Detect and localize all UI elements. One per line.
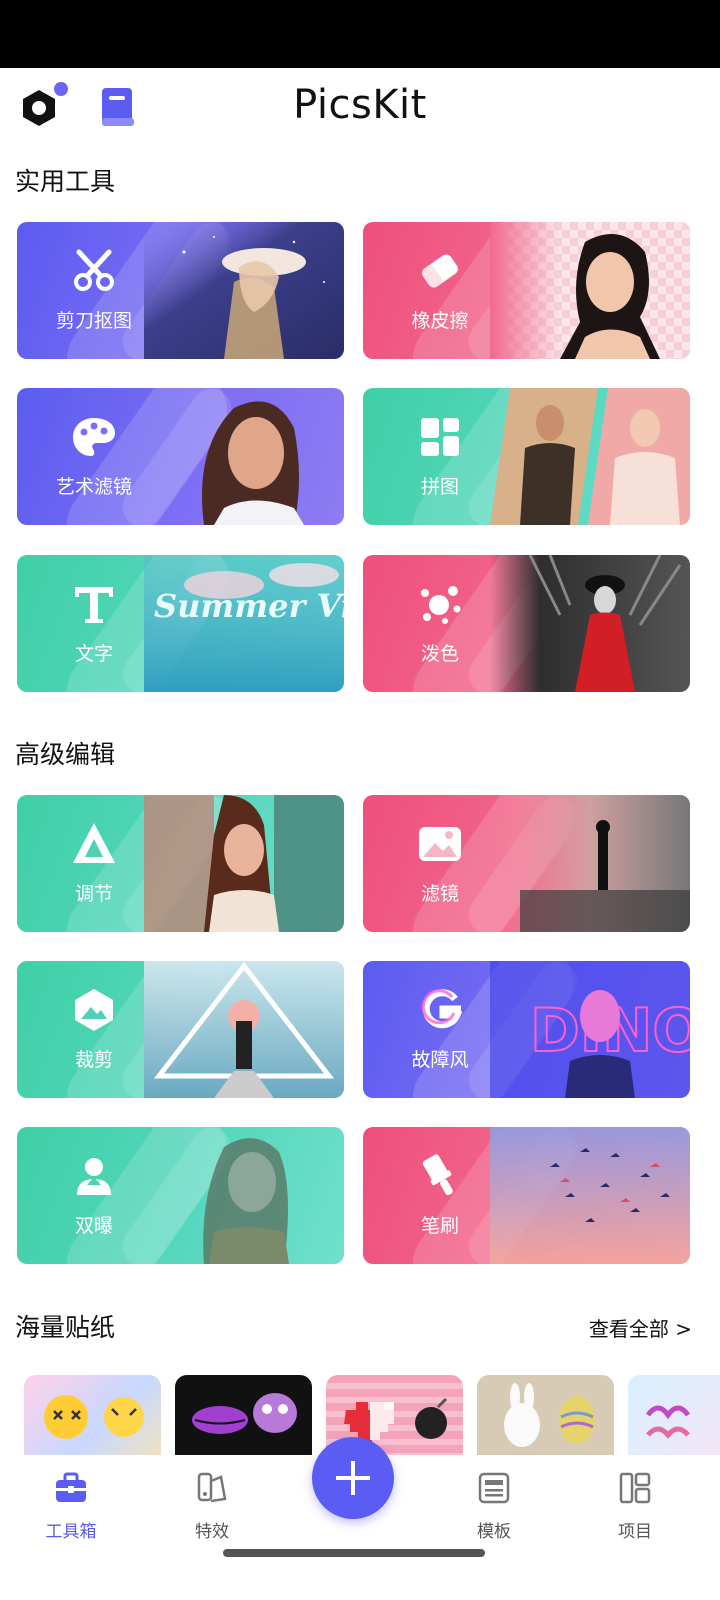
collage-icon: [421, 418, 459, 456]
tool-card-collage[interactable]: 拼图: [363, 388, 690, 525]
home-indicator: [223, 1549, 485, 1557]
text-preview-image: Summer Vibe: [144, 555, 344, 692]
tool-label: 艺术滤镜: [55, 476, 132, 498]
sticker-pack-lips[interactable]: [175, 1375, 312, 1455]
advanced-card-double-exposure[interactable]: 双曝: [17, 1127, 344, 1264]
summer-text: Summer Vibe: [154, 587, 344, 625]
cutout-preview-image: [144, 222, 344, 359]
nav-label: 模板: [477, 1522, 511, 1542]
art-filter-preview-image: [202, 401, 304, 525]
tool-label: 双曝: [74, 1215, 113, 1237]
section-title-tools: 实用工具: [15, 167, 116, 196]
happy-easter-sticker-icon: [645, 1405, 691, 1439]
section-title-advanced: 高级编辑: [15, 740, 116, 769]
app-title: PicsKit: [293, 82, 427, 128]
advanced-card-adjust[interactable]: 调节: [17, 795, 344, 932]
tool-card-color-splash[interactable]: 泼色: [363, 555, 690, 692]
tool-label: 笔刷: [420, 1215, 459, 1237]
section-title-stickers: 海量贴纸: [15, 1313, 116, 1342]
adjust-preview-image: [144, 795, 344, 932]
easter-bunny-sticker-icon: [504, 1383, 595, 1447]
advanced-card-filter[interactable]: 滤镜: [363, 795, 690, 932]
project-icon: [619, 1472, 651, 1504]
filter-icon: [419, 827, 461, 861]
template-icon: [478, 1472, 510, 1504]
collage-preview-image: [490, 388, 690, 525]
tool-label: 泼色: [420, 643, 459, 665]
create-button[interactable]: [312, 1437, 394, 1519]
double-exposure-icon: [77, 1158, 111, 1195]
nav-projects[interactable]: 项目: [580, 1471, 690, 1551]
tool-label: 裁剪: [74, 1049, 113, 1071]
nav-label: 工具箱: [45, 1522, 97, 1542]
brush-icon: [422, 1154, 453, 1196]
tool-card-eraser[interactable]: 橡皮擦: [363, 222, 690, 359]
tool-label: 调节: [74, 883, 113, 905]
color-splash-preview-image: [490, 555, 690, 692]
status-bar: [0, 0, 720, 68]
nav-label: 项目: [618, 1522, 652, 1542]
toolbox-icon: [56, 1472, 86, 1502]
crop-icon: [75, 989, 113, 1031]
tool-label: 文字: [74, 643, 113, 665]
tool-label: 剪刀抠图: [55, 310, 132, 332]
tool-card-art-filter[interactable]: 艺术滤镜: [17, 388, 344, 525]
nav-templates[interactable]: 模板: [439, 1471, 549, 1551]
advanced-card-crop[interactable]: 裁剪: [17, 961, 344, 1098]
tool-label: 故障风: [411, 1049, 469, 1071]
plus-icon: [336, 1461, 370, 1495]
glitch-icon: [421, 989, 463, 1029]
nav-toolbox[interactable]: 工具箱: [16, 1471, 126, 1551]
adjust-icon: [73, 823, 115, 863]
advanced-card-brush[interactable]: 笔刷: [363, 1127, 690, 1264]
eraser-icon: [422, 254, 458, 288]
glitch-preview-image: DINO: [490, 961, 690, 1098]
see-all-link[interactable]: 查看全部 >: [589, 1313, 692, 1342]
eraser-preview-image: [490, 222, 690, 359]
bottom-nav: 工具箱 特效 模板 项目: [0, 1437, 720, 1600]
brush-preview-image: [490, 1127, 690, 1264]
lips-sticker-icon: [192, 1393, 297, 1434]
tool-card-cutout[interactable]: 剪刀抠图: [17, 222, 344, 359]
tool-label: 拼图: [420, 476, 459, 498]
crop-preview-image: [144, 961, 344, 1098]
filter-preview-image: [490, 795, 690, 932]
advanced-card-glitch[interactable]: DINO 故障风: [363, 961, 690, 1098]
tool-card-text[interactable]: Summer Vibe 文字: [17, 555, 344, 692]
nav-label: 特效: [195, 1522, 229, 1542]
sticker-pack-happy-easter[interactable]: [628, 1375, 720, 1455]
app-header: PicsKit: [0, 68, 720, 150]
sticker-pack-easter-bunny[interactable]: [477, 1375, 614, 1455]
text-icon: [75, 587, 113, 623]
effects-icon: [197, 1472, 227, 1503]
scissors-icon: [74, 249, 114, 291]
double-exposure-preview-image: [203, 1138, 289, 1264]
tool-label: 橡皮擦: [411, 310, 469, 332]
emoji-sticker-icon: [44, 1395, 144, 1439]
splash-icon: [421, 586, 461, 624]
tool-label: 滤镜: [420, 883, 459, 905]
palette-icon: [73, 418, 115, 456]
nav-effects[interactable]: 特效: [157, 1471, 267, 1551]
sticker-pack-emoji[interactable]: [24, 1375, 161, 1455]
